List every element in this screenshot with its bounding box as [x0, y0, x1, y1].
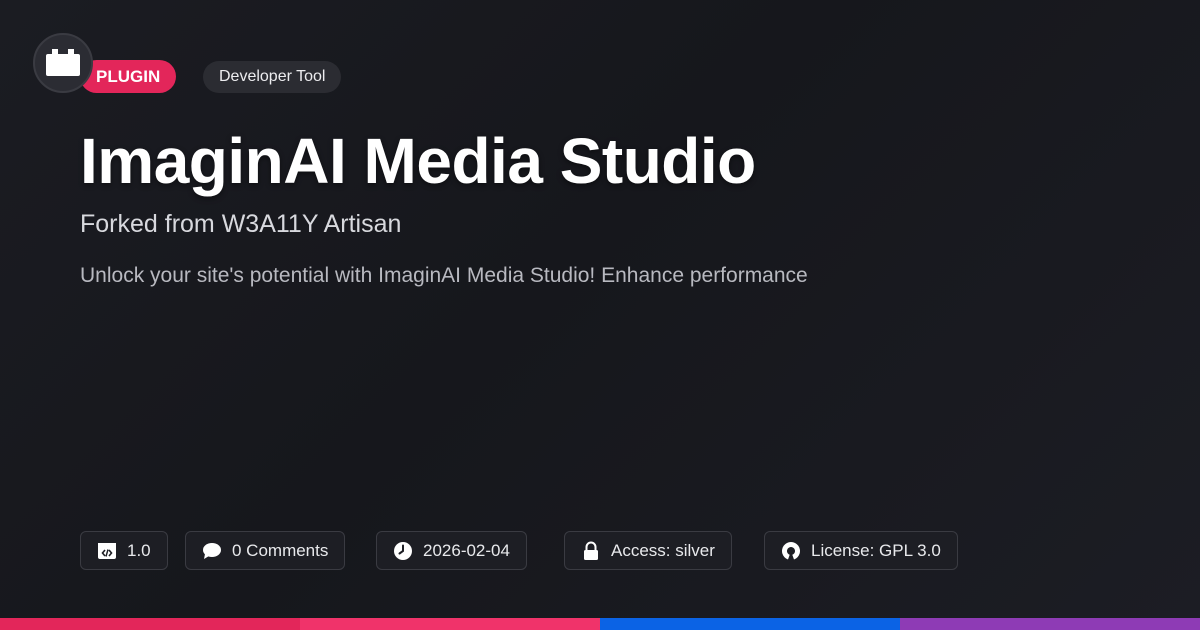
date-chip: 2026-02-04 — [376, 531, 527, 570]
clock-icon — [393, 541, 413, 561]
comment-icon — [202, 541, 222, 561]
category-badge[interactable]: Developer Tool — [203, 61, 342, 93]
plugin-type-badge: PLUGIN — [80, 60, 177, 93]
code-window-icon — [97, 541, 117, 561]
plugin-type-label: PLUGIN — [96, 67, 161, 86]
open-source-icon — [781, 541, 801, 561]
license-chip: License: GPL 3.0 — [764, 531, 958, 570]
page-title: ImaginAI Media Studio — [80, 125, 756, 197]
description-text: Unlock your site's potential with Imagin… — [80, 264, 808, 287]
category-label: Developer Tool — [219, 68, 326, 85]
access-chip: Access: silver — [564, 531, 732, 570]
footer-stripe-pink — [0, 618, 300, 630]
date-text: 2026-02-04 — [423, 540, 510, 560]
comments-text: 0 Comments — [232, 540, 329, 560]
plugin-logo — [33, 33, 93, 93]
access-text: Access: silver — [611, 540, 715, 560]
forked-from-text: Forked from W3A11Y Artisan — [80, 210, 402, 238]
plugin-logo-icon — [46, 49, 80, 76]
comments-chip[interactable]: 0 Comments — [185, 531, 346, 570]
footer-stripe-purple — [900, 618, 1200, 630]
license-text: License: GPL 3.0 — [811, 540, 941, 560]
version-text: 1.0 — [127, 540, 151, 560]
lock-icon — [581, 541, 601, 561]
version-chip: 1.0 — [80, 531, 168, 570]
footer-stripe-blue — [600, 618, 900, 630]
footer-stripe-rose — [300, 618, 600, 630]
